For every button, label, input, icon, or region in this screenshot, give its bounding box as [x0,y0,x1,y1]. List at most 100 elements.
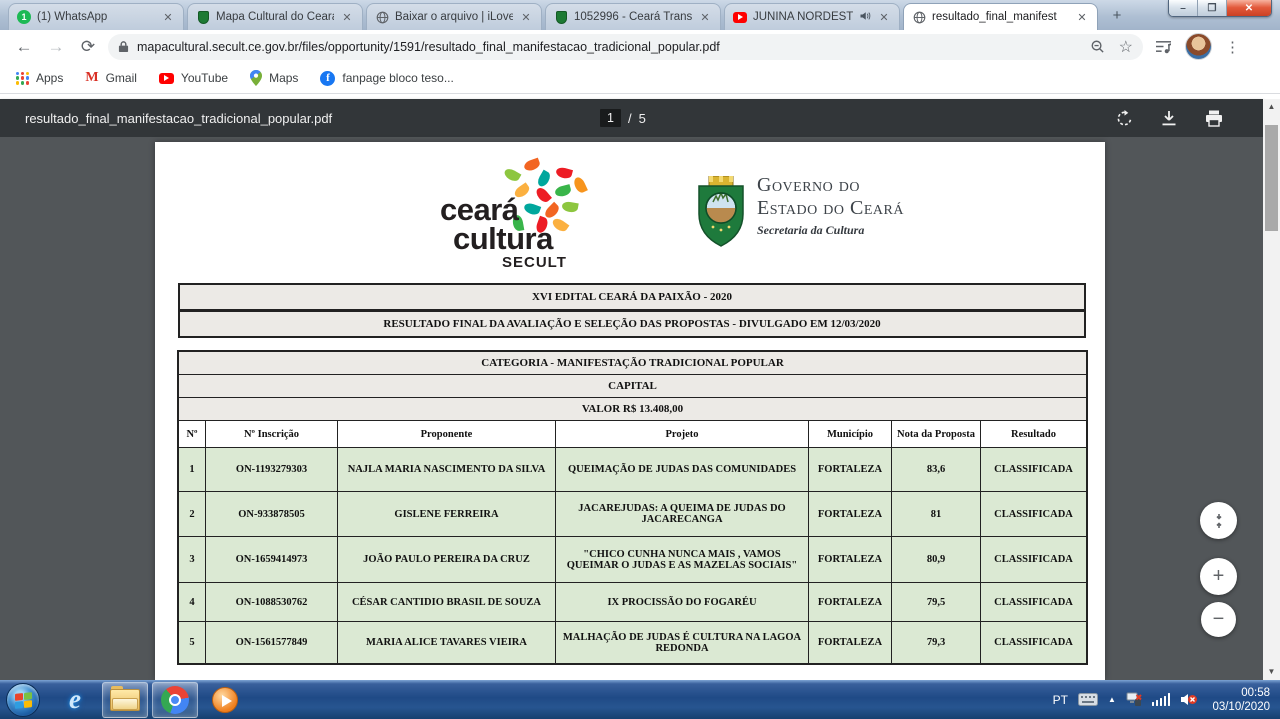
results-table: CATEGORIA - MANIFESTAÇÃO TRADICIONAL POP… [178,351,1087,664]
system-tray: PT ▲ 00:58 03/10/2020 [1053,686,1280,714]
taskbar-explorer[interactable] [102,682,148,718]
volume-muted-icon[interactable] [1180,692,1198,707]
restore-button[interactable]: ❐ [1198,0,1227,17]
bookmark-label: Apps [36,71,63,85]
ceara-cultura-logo: ceará cultura SECULT [440,160,590,270]
col-header: Proponente [338,421,556,448]
tab-title: Mapa Cultural do Ceará [216,11,334,23]
clock-time: 00:58 [1212,686,1270,700]
globe-icon [375,10,389,24]
tab-ceara-transparente[interactable]: 1052996 - Ceará Transpa ✕ [545,3,721,30]
category-row: CATEGORIA - MANIFESTAÇÃO TRADICIONAL POP… [179,352,1087,375]
close-tab-icon[interactable]: ✕ [698,11,712,24]
window-controls: – ❐ ✕ [1168,0,1272,17]
page-total: 5 [639,111,646,126]
start-button[interactable] [6,683,40,717]
gov-line1: Governo do [757,174,904,197]
bookmark-star-icon[interactable]: ☆ [1119,37,1133,57]
minimize-button[interactable]: – [1169,0,1198,17]
download-icon[interactable] [1161,110,1177,127]
bookmark-fanpage[interactable]: f fanpage bloco teso... [320,71,453,86]
page-number-input[interactable]: 1 [600,109,621,127]
zoom-search-icon[interactable] [1090,39,1105,54]
taskbar-internet-explorer[interactable]: e [52,682,98,718]
hidden-icons-chevron[interactable]: ▲ [1108,695,1116,704]
tab-youtube-junina[interactable]: JUNINA NORDESTIN ✕ [724,3,900,30]
forward-button[interactable]: → [40,37,72,57]
windows-taskbar: e PT ▲ 00:58 03/10/2020 [0,680,1280,719]
scrollbar[interactable]: ▲ ▼ [1263,99,1280,680]
tab-title: Baixar o arquivo | iLoveP [395,11,513,23]
chrome-icon [161,686,189,714]
network-disconnected-icon[interactable] [1126,692,1142,707]
print-icon[interactable] [1205,110,1223,127]
gov-line3: Secretaria da Cultura [757,223,904,238]
internet-explorer-icon: e [69,684,81,715]
language-indicator[interactable]: PT [1053,693,1068,707]
logo-text-cultura: cultura [453,221,553,257]
tab-audio-icon[interactable] [859,10,871,25]
maps-pin-icon [250,70,262,86]
taskbar-chrome[interactable] [152,682,198,718]
close-tab-icon[interactable]: ✕ [877,11,891,24]
scroll-up-icon[interactable]: ▲ [1263,99,1280,115]
zoom-in-button[interactable]: + [1200,558,1237,595]
tab-title: (1) WhatsApp [37,11,155,23]
col-header: Nº [179,421,206,448]
url-text: mapacultural.secult.ce.gov.br/files/oppo… [137,40,1082,54]
tab-ilovepdf[interactable]: Baixar o arquivo | iLoveP ✕ [366,3,542,30]
pdf-viewer[interactable]: ceará cultura SECULT [0,137,1263,680]
tab-title: resultado_final_manifest [932,11,1069,23]
new-tab-button[interactable]: + [1104,6,1130,26]
reload-button[interactable]: ⟳ [72,37,104,57]
gov-line2: Estado do Ceará [757,197,904,220]
ceara-coat-of-arms-icon [695,176,747,250]
back-button[interactable]: ← [8,37,40,57]
media-controls-icon[interactable] [1155,39,1172,54]
tab-whatsapp[interactable]: 1 (1) WhatsApp ✕ [8,3,184,30]
globe-icon [912,10,926,24]
tab-title: 1052996 - Ceará Transpa [574,11,692,23]
table-row: 1ON-1193279303 NAJLA MARIA NASCIMENTO DA… [179,448,1087,492]
bookmark-label: Maps [269,71,298,85]
bookmark-maps[interactable]: Maps [250,70,298,86]
tab-title: JUNINA NORDESTIN [753,11,853,23]
bookmark-apps[interactable]: Apps [16,71,63,85]
keyboard-icon[interactable] [1078,693,1098,706]
region-row: CAPITAL [179,375,1087,398]
taskbar-media-player[interactable] [202,682,248,718]
page-separator: / [628,111,632,126]
zoom-out-button[interactable]: − [1201,602,1236,637]
close-tab-icon[interactable]: ✕ [519,11,533,24]
signal-strength-icon[interactable] [1152,693,1171,706]
close-tab-icon[interactable]: ✕ [1075,11,1089,24]
bookmark-label: YouTube [181,71,228,85]
address-bar[interactable]: mapacultural.secult.ce.gov.br/files/oppo… [108,34,1143,60]
facebook-icon: f [320,71,335,86]
tab-resultado-final-active[interactable]: resultado_final_manifest ✕ [903,3,1098,30]
taskbar-clock[interactable]: 00:58 03/10/2020 [1212,686,1270,714]
desktop: 1 (1) WhatsApp ✕ Mapa Cultural do Ceará … [0,0,1280,719]
logo-text-secult: SECULT [502,254,567,271]
gmail-icon: M [85,70,98,86]
bookmark-youtube[interactable]: YouTube [159,71,228,85]
pdf-filename: resultado_final_manifestacao_tradicional… [25,111,332,126]
col-header: Município [809,421,892,448]
folder-icon [110,689,140,711]
rotate-icon[interactable] [1116,110,1133,127]
doc-title-row: XVI EDITAL CEARÁ DA PAIXÃO - 2020 [178,283,1086,311]
governo-ceara-logo: Governo do Estado do Ceará Secretaria da… [695,170,955,262]
close-window-button[interactable]: ✕ [1227,0,1271,17]
browser-menu-icon[interactable]: ⋮ [1225,38,1240,56]
scrollbar-thumb[interactable] [1265,125,1278,231]
table-row: 4ON-1088530762 CÉSAR CANTIDIO BRASIL DE … [179,583,1087,622]
close-tab-icon[interactable]: ✕ [340,11,354,24]
col-header: Resultado [981,421,1087,448]
close-tab-icon[interactable]: ✕ [161,11,175,24]
fit-to-page-button[interactable] [1200,502,1237,539]
bookmark-gmail[interactable]: M Gmail [85,70,137,86]
scroll-down-icon[interactable]: ▼ [1263,664,1280,680]
tab-mapa-cultural[interactable]: Mapa Cultural do Ceará ✕ [187,3,363,30]
profile-avatar[interactable] [1185,33,1212,60]
browser-titlebar: 1 (1) WhatsApp ✕ Mapa Cultural do Ceará … [0,0,1280,30]
